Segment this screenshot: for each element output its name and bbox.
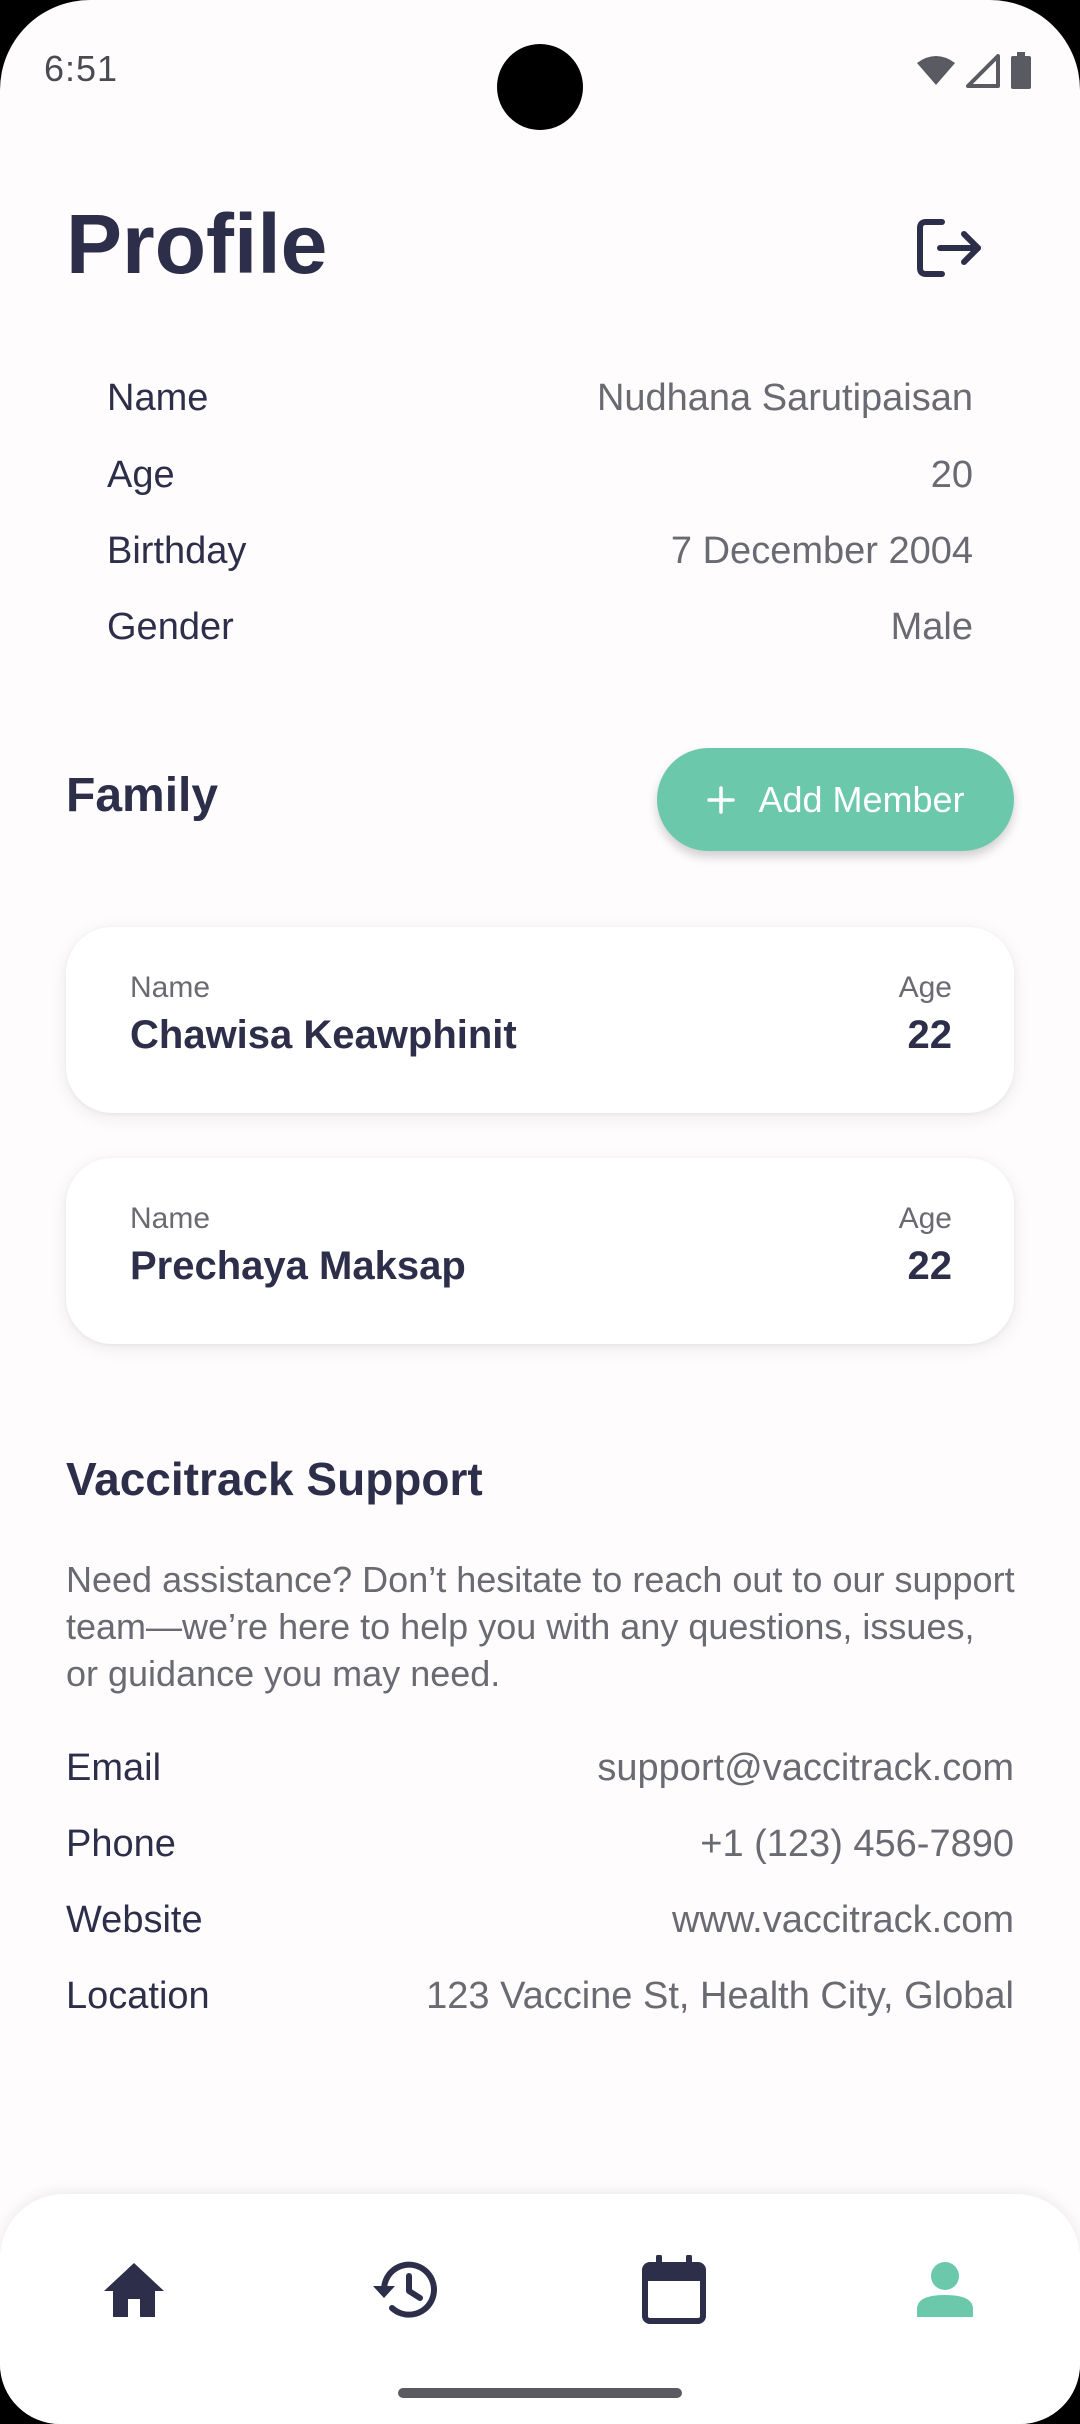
profile-age-label: Age <box>107 453 175 496</box>
nav-calendar[interactable] <box>614 2230 734 2350</box>
status-bar: 6:51 <box>0 0 1080 140</box>
profile-screen: 6:51 Profile Name Nudhana Sarutipaisan A… <box>0 0 1080 2424</box>
support-phone-link[interactable]: +1 (123) 456-7890 <box>700 1823 1014 1866</box>
support-location-row: Location 123 Vaccine St, Health City, Gl… <box>66 1966 1014 2026</box>
nav-home[interactable] <box>74 2230 194 2350</box>
member-age: 22 <box>907 1013 953 1057</box>
wifi-icon <box>917 56 955 85</box>
member-name: Prechaya Maksap <box>130 1244 466 1288</box>
member-age: 22 <box>907 1244 953 1288</box>
support-location-label: Location <box>66 1974 210 2017</box>
support-phone-row: Phone +1 (123) 456-7890 <box>66 1814 1014 1874</box>
nav-profile[interactable] <box>885 2230 1005 2350</box>
nav-history[interactable] <box>345 2230 465 2350</box>
profile-name-value: Nudhana Sarutipaisan <box>596 376 973 419</box>
family-member-card[interactable]: Name Chawisa Keawphinit Age 22 <box>66 927 1014 1113</box>
support-phone-label: Phone <box>66 1822 176 1865</box>
profile-name-label: Name <box>107 376 209 419</box>
support-location-value: 123 Vaccine St, Health City, Global <box>426 1974 1014 2017</box>
profile-birthday-row: Birthday 7 December 2004 <box>107 521 973 581</box>
profile-gender-row: Gender Male <box>107 597 973 657</box>
logout-icon <box>917 219 981 277</box>
member-age-label: Age <box>898 1202 952 1235</box>
add-member-button[interactable]: Add Member <box>657 748 1014 851</box>
member-age-label: Age <box>898 971 952 1004</box>
status-time: 6:51 <box>44 48 119 89</box>
profile-name-row: Name Nudhana Sarutipaisan <box>107 368 973 428</box>
support-email-row: Email support@vaccitrack.com <box>66 1738 1014 1798</box>
support-email-link[interactable]: support@vaccitrack.com <box>597 1747 1014 1790</box>
profile-age-value: 20 <box>930 453 973 496</box>
support-website-row: Website www.vaccitrack.com <box>66 1890 1014 1950</box>
status-icons <box>916 52 1032 90</box>
home-indicator <box>398 2388 682 2398</box>
family-member-card[interactable]: Name Prechaya Maksap Age 22 <box>66 1158 1014 1344</box>
support-website-link[interactable]: www.vaccitrack.com <box>672 1899 1014 1942</box>
battery-icon <box>1011 52 1031 89</box>
profile-birthday-value: 7 December 2004 <box>670 529 973 572</box>
support-title: Vaccitrack Support <box>66 1453 483 1505</box>
signal-icon <box>966 54 1000 88</box>
support-description: Need assistance? Don’t hesitate to reach… <box>66 1559 1015 1694</box>
calendar-icon <box>642 2255 706 2324</box>
camera-cutout <box>497 44 583 130</box>
support-email-label: Email <box>66 1746 162 1789</box>
profile-gender-label: Gender <box>107 605 234 648</box>
person-icon <box>917 2262 973 2317</box>
profile-gender-value: Male <box>890 605 973 648</box>
add-member-label: Add Member <box>758 778 965 820</box>
family-title: Family <box>66 769 219 822</box>
plus-icon <box>707 785 736 814</box>
profile-age-row: Age 20 <box>107 445 973 505</box>
home-icon <box>104 2263 164 2317</box>
logout-button[interactable] <box>912 210 988 286</box>
page-title: Profile <box>66 197 328 291</box>
member-name: Chawisa Keawphinit <box>130 1013 517 1057</box>
support-website-label: Website <box>66 1898 203 1941</box>
member-name-label: Name <box>130 971 211 1004</box>
member-name-label: Name <box>130 1202 211 1235</box>
history-icon <box>373 2261 437 2318</box>
profile-birthday-label: Birthday <box>107 529 247 572</box>
